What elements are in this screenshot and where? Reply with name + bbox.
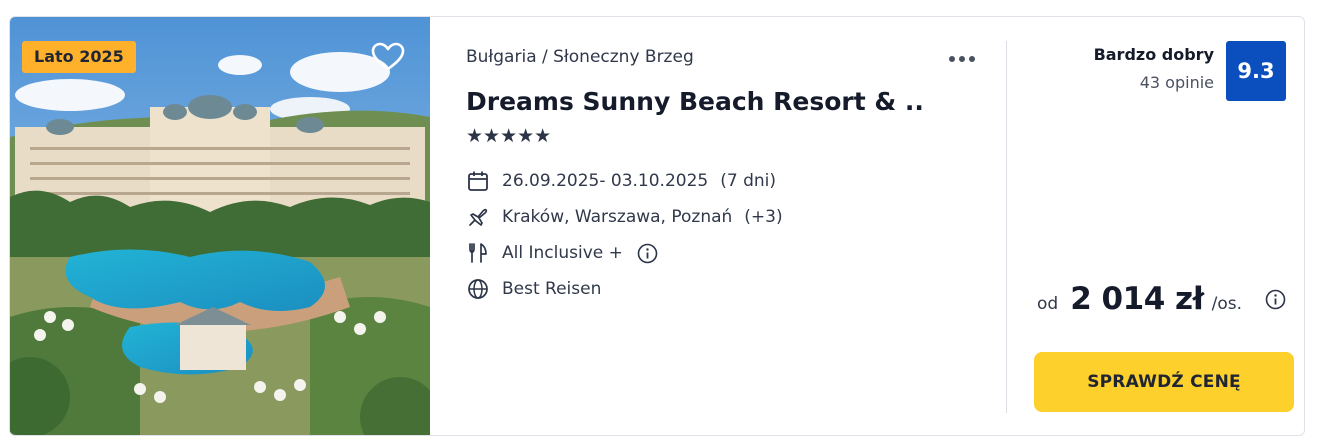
more-options-button[interactable] (944, 47, 980, 71)
hotel-name[interactable]: Dreams Sunny Beach Resort & ... (466, 87, 926, 116)
price-prefix: od (1036, 294, 1059, 314)
more-airports[interactable]: (+3) (744, 207, 782, 227)
divider (1006, 41, 1007, 413)
info-icon (638, 243, 658, 263)
info-icon (1265, 289, 1285, 309)
hotel-image (10, 17, 430, 435)
stars-icon: ★★★★★ (466, 125, 552, 147)
offer-card[interactable]: Lato 2025 Bułgaria / Słoneczny Brzeg Dre… (9, 16, 1305, 436)
rating-label: Bardzo dobry (1093, 45, 1214, 64)
travel-duration: (7 dni) (720, 171, 776, 191)
price-panel: Bardzo dobry 43 opinie 9.3 od 2 014 zł /… (1022, 17, 1304, 435)
calendar-icon (466, 169, 490, 193)
hotel-photo[interactable]: Lato 2025 (10, 17, 430, 435)
favorite-button[interactable] (369, 39, 407, 75)
cutlery-icon (466, 241, 490, 265)
reviews-count[interactable]: 43 opinie (1140, 73, 1214, 92)
more-dots-icon (949, 56, 975, 62)
price-value: 2 014 zł (1070, 281, 1204, 317)
globe-icon (466, 277, 490, 301)
plane-icon (466, 205, 490, 229)
board-info-button[interactable] (637, 242, 659, 264)
price-row: od 2 014 zł /os. (1037, 281, 1286, 317)
tour-operator: Best Reisen (502, 279, 602, 299)
check-price-button[interactable]: SPRAWDŹ CENĘ (1034, 352, 1294, 412)
heart-icon (371, 42, 405, 71)
travel-dates: 26.09.2025- 03.10.2025 (502, 171, 709, 191)
price-info-button[interactable] (1264, 288, 1286, 310)
departure-airports: Kraków, Warszawa, Poznań (502, 207, 733, 227)
operator-row: Best Reisen (466, 276, 601, 302)
board-row: All Inclusive + (466, 240, 659, 266)
hotel-location: Bułgaria / Słoneczny Brzeg (466, 47, 694, 67)
airports-row: Kraków, Warszawa, Poznań (+3) (466, 204, 783, 230)
board-type: All Inclusive + (502, 243, 623, 263)
price-unit: /os. (1211, 294, 1242, 314)
star-rating: ★★★★★ (466, 126, 551, 146)
dates-row: 26.09.2025- 03.10.2025 (7 dni) (466, 168, 776, 194)
rating-score-badge: 9.3 (1226, 41, 1286, 101)
offer-info: Bułgaria / Słoneczny Brzeg Dreams Sunny … (466, 17, 986, 435)
season-badge: Lato 2025 (22, 41, 136, 73)
